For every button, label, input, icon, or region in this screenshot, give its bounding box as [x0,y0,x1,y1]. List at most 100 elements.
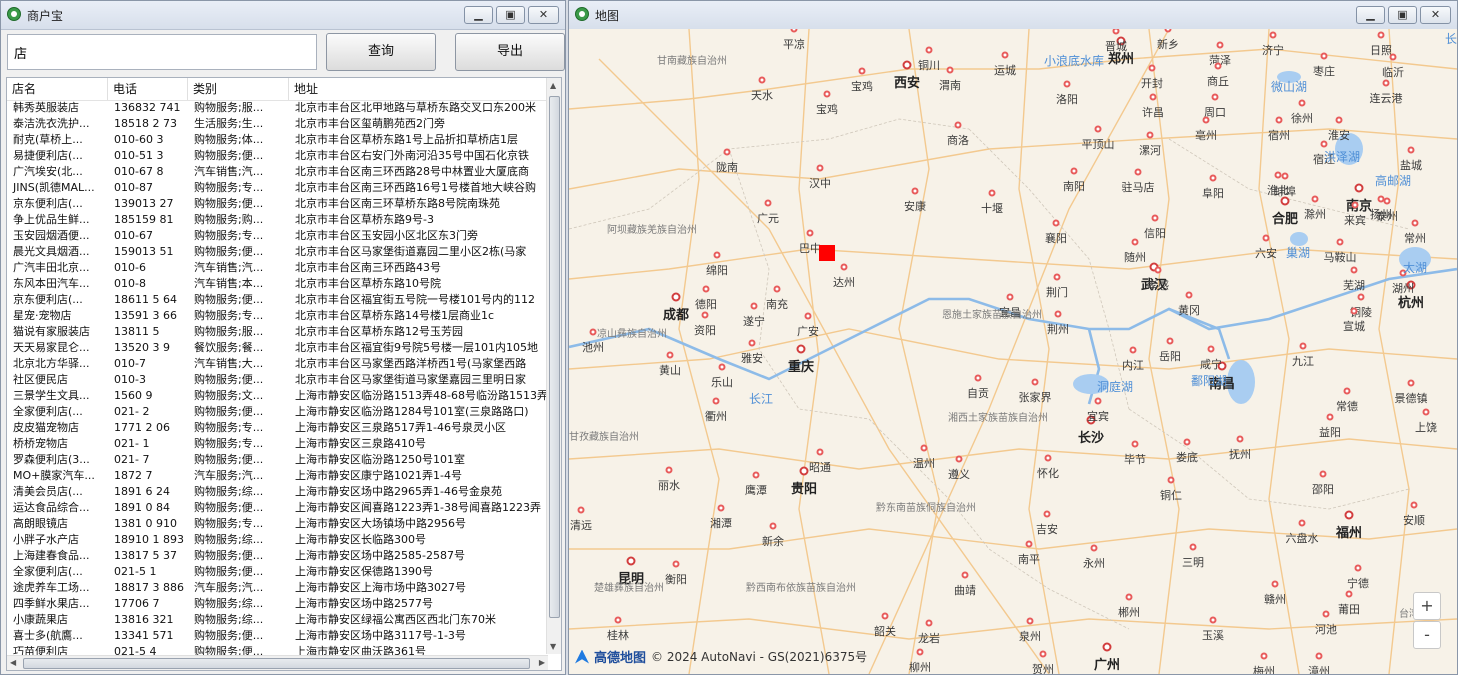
cell-name: 晨光文具烟酒... [13,245,90,258]
city-label: 南阳 [1063,180,1085,193]
scroll-right-icon[interactable]: ▶ [539,658,545,667]
cell-phone: 021-5 1 [114,565,157,578]
city-dot-icon [1134,168,1142,176]
column-header-phone[interactable]: 电话 [108,78,188,100]
table-row[interactable]: 清美会员店(... 1891 6 24 购物服务;综... 上海市静安区场中路2965… [7,484,548,500]
city-label: 南平 [1018,553,1040,566]
table-row[interactable]: 耐克(草桥上... 010-60 3 购物服务;体... 北京市丰台区草桥东路1号上品… [7,132,548,148]
table-row[interactable]: 广汽丰田北京... 010-6 汽车销售;汽... 北京市丰台区南三环西路43号 [7,260,548,276]
city-dot-icon [752,471,760,479]
cell-address: 上海市静安区保德路1390号 [295,565,433,578]
table-row[interactable]: 运达食品综合... 1891 0 84 购物服务;便... 上海市静安区闻喜路1223… [7,500,548,516]
table-row[interactable]: JINS(凯德MAL... 010-87 购物服务;专... 北京市丰台区南三环西路1… [7,180,548,196]
city-label: 黄冈 [1178,304,1200,317]
city-dot-icon [1410,501,1418,509]
copyright-text: © 2024 AutoNavi - GS(2021)6375号 [651,650,868,664]
table-row[interactable]: 三景学生文具... 1560 9 购物服务;文... 上海市静安区临汾路1513弄48… [7,388,548,404]
maximize-icon[interactable]: ▣ [1388,6,1417,24]
table-row[interactable]: 社区便民店 010-3 购物服务;便... 北京市丰台区马家堡街道马家堡嘉园三里明日家 [7,372,548,388]
table-row[interactable]: 东风本田汽车... 010-8 汽车销售;本... 北京市丰台区草桥东路10号院 [7,276,548,292]
location-marker[interactable] [819,245,835,261]
city-label: 宜宾 [1087,410,1109,423]
scroll-up-icon[interactable]: ▲ [550,81,556,90]
column-header-name[interactable]: 店名 [7,78,108,100]
title-bar[interactable]: 商户宝 ▁ ▣ ✕ [1,1,565,30]
city-dot-icon [1344,510,1354,520]
city-label: 广州 [1093,658,1121,673]
horizontal-scrollbar[interactable]: ◀ ▶ [7,655,548,670]
city-dot-icon [717,504,725,512]
table-row[interactable]: 全家便利店(... 021- 2 购物服务;便... 上海市静安区临汾路1284号10… [7,404,548,420]
cell-category: 餐饮服务;餐... [194,341,264,354]
table-row[interactable]: 玉安园烟酒便... 010-67 购物服务;专... 北京市丰台区玉安园小区北区东3门… [7,228,548,244]
city-dot-icon [925,619,933,627]
search-button[interactable]: 查询 [326,33,436,71]
table-row[interactable]: 小胖子水产店 18910 1 893 购物服务;综... 上海市静安区长临路300号 [7,532,548,548]
city-dot-icon [1001,51,1009,59]
horizontal-scroll-thumb[interactable] [23,658,530,669]
cell-address: 上海市静安区临汾路1513弄48-68号临汾路1513弄 [295,389,548,402]
scroll-down-icon[interactable]: ▼ [550,642,556,651]
city-dot-icon [718,363,726,371]
table-row[interactable]: 猫说有家服装店 13811 5 购物服务;服... 北京市丰台区草桥东路12号玉芳园 [7,324,548,340]
zoom-in-button[interactable]: + [1413,592,1441,620]
table-row[interactable]: 小康蔬果店 13816 321 购物服务;综... 上海市静安区绿福公寓西区西北门东7… [7,612,548,628]
table-row[interactable]: MO+膜家汽车... 1872 7 汽车服务;汽... 上海市静安区康宁路1021弄1… [7,468,548,484]
close-icon[interactable]: ✕ [1420,6,1451,24]
table-row[interactable]: 罗森便利店(3... 021- 7 购物服务;便... 上海市静安区临汾路1250号1… [7,452,548,468]
table-row[interactable]: 四季鲜水果店... 17706 7 购物服务;综... 上海市静安区场中路2577号 [7,596,548,612]
maximize-icon[interactable]: ▣ [496,6,525,24]
table-row[interactable]: 晨光文具烟酒... 159013 51 购物服务;便... 北京市丰台区马家堡街道嘉园… [7,244,548,260]
table-row[interactable]: 全家便利店(... 021-5 1 购物服务;便... 上海市静安区保德路1390号 [7,564,548,580]
table-row[interactable]: 广汽埃安(北... 010-67 8 汽车销售;汽... 北京市丰台区南三环西路28号… [7,164,548,180]
cell-address: 上海市静安区场中路2577号 [295,597,433,610]
column-header-category[interactable]: 类别 [188,78,289,100]
table-row[interactable]: 易捷便利店(... 010-51 3 购物服务;便... 北京市丰台区右安门外南河沿3… [7,148,548,164]
cell-name: 小康蔬果店 [13,613,68,626]
city-dot-icon [1183,438,1191,446]
table-row[interactable]: 高朗眼镜店 1381 0 910 购物服务;专... 上海市静安区大场镇场中路2956… [7,516,548,532]
cell-category: 购物服务;便... [194,629,264,642]
close-icon[interactable]: ✕ [528,6,559,24]
title-bar[interactable]: 地图 ▁ ▣ ✕ [569,1,1457,30]
cell-category: 购物服务;综... [194,597,264,610]
minimize-icon[interactable]: ▁ [464,6,493,24]
table-row[interactable]: 桥桥宠物店 021- 1 购物服务;专... 上海市静安区三泉路410号 [7,436,548,452]
table-row[interactable]: 韩秀英服装店 136832 741 购物服务;服... 北京市丰台区北甲地路与草桥东路… [7,100,548,116]
table-row[interactable]: 京东便利店(... 139013 27 购物服务;便... 北京市丰台区南三环草桥东路… [7,196,548,212]
city-label: 福州 [1335,526,1363,541]
cell-address: 上海市静安区上海市场中路3027号 [295,581,466,594]
export-button[interactable]: 导出 [455,33,565,71]
minimize-icon[interactable]: ▁ [1356,6,1385,24]
column-header-address[interactable]: 地址 [289,78,548,100]
table-row[interactable]: 泰洁洗衣洗护... 18518 2 73 生活服务;生... 北京市丰台区玺萌鹏苑西2… [7,116,548,132]
table-row[interactable]: 皮皮猫宠物店 1771 2 06 购物服务;专... 上海市静安区三泉路517弄1-4… [7,420,548,436]
search-input[interactable] [7,34,317,70]
city-dot-icon [702,285,710,293]
cell-name: 星宠·宠物店 [13,309,72,322]
cell-category: 购物服务;便... [194,549,264,562]
city-dot-icon [1298,519,1306,527]
map-roads [569,29,1457,674]
scroll-left-icon[interactable]: ◀ [10,658,16,667]
table-row[interactable]: 天天易家昆仑... 13520 3 9 餐饮服务;餐... 北京市丰台区福宜街9号院5… [7,340,548,356]
table-row[interactable]: 上海建春食品... 13817 5 37 购物服务;便... 上海市静安区场中路258… [7,548,548,564]
table-row[interactable]: 途虎养车工场... 18817 3 886 汽车服务;汽... 上海市静安区上海市场中… [7,580,548,596]
map-canvas[interactable]: 郑州 西安 成都 重庆 武汉 长沙 南昌 贵阳 合肥 南京 杭州 福州 昆明 广州 平凉 晋城 新乡 菏泽 济宁 日照… [569,29,1457,674]
table-row[interactable]: 喜士多(航鷹... 13341 571 购物服务;便... 上海市静安区场中路3117… [7,628,548,644]
vertical-scrollbar[interactable]: ▲ ▼ [546,78,561,654]
city-label: 怀化 [1037,467,1059,480]
zoom-out-button[interactable]: - [1413,621,1441,649]
table-row[interactable]: 京东便利店(... 18611 5 64 购物服务;便... 北京市丰台区福宜街五号院… [7,292,548,308]
table-row[interactable]: 星宠·宠物店 13591 3 66 购物服务;专... 北京市丰台区草桥东路14号楼1… [7,308,548,324]
city-label: 绵阳 [706,264,728,277]
city-label: 咸宁 [1200,358,1222,371]
table-row[interactable]: 北京北方华驿... 010-7 汽车销售;大... 北京市丰台区马家堡西路洋桥西1号(… [7,356,548,372]
city-dot-icon [1411,219,1419,227]
city-dot-icon [672,560,680,568]
cell-address: 北京市丰台区马家堡街道嘉园二里小区2栋(马家 [295,245,527,258]
table-row[interactable]: 争上优品生鲜... 185159 81 购物服务;购... 北京市丰台区草桥东路9号-… [7,212,548,228]
results-table: 店名 电话 类别 地址 韩秀英服装店 136832 741 购物服务;服... 北京市… [6,77,562,671]
vertical-scroll-thumb[interactable] [549,96,560,618]
city-label: 开封 [1141,77,1163,90]
